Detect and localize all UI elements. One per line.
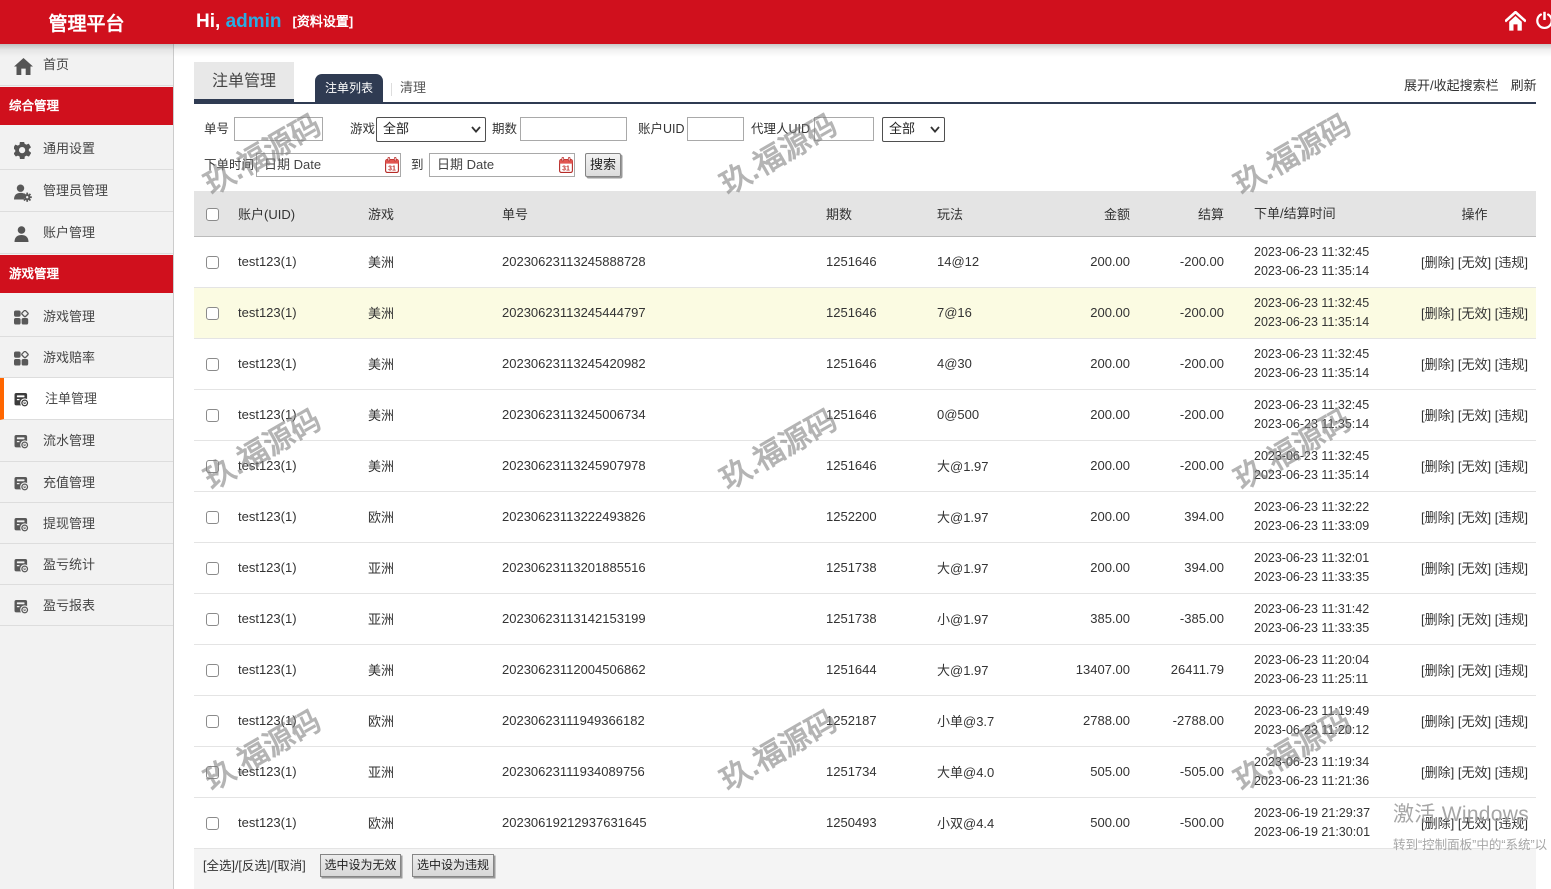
svg-text:31: 31 (388, 166, 396, 173)
svg-text:31: 31 (562, 166, 570, 173)
